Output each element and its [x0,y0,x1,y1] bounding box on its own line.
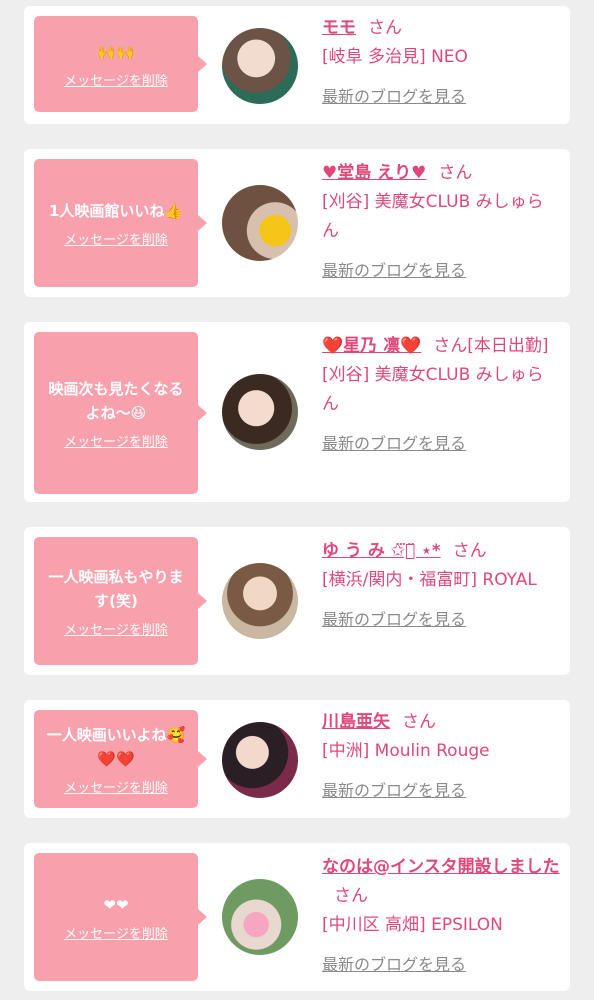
latest-blog-link[interactable]: 最新のブログを見る [322,776,466,805]
message-bubble: 一人映画私もやります(笑) メッセージを削除 [34,537,207,665]
delete-message-link[interactable]: メッセージを削除 [64,923,168,942]
message-bubble: 1人映画館いいね👍 メッセージを削除 [34,159,207,287]
status-text: [本日出勤] [467,336,549,356]
honorific: さん [438,163,473,183]
honorific: さん [433,336,468,356]
girl-name-link[interactable]: ゆ う み ✩⃛⌔̈ ⋆* [322,541,441,561]
honorific: さん [334,886,368,906]
delete-message-link[interactable]: メッセージを削除 [64,70,168,89]
delete-message-link[interactable]: メッセージを削除 [64,431,168,450]
girl-info: なのは@インスタ開設しましたさん [中川区 高畑] EPSILON 最新のブログ… [322,853,560,980]
message-card: 🙌🙌 メッセージを削除 モモ さん [岐阜 多治見] NEO 最新のブログを見る [24,6,570,124]
avatar[interactable] [222,722,298,798]
avatar[interactable] [222,374,298,450]
message-card: 映画次も見たくなるよね〜😆 メッセージを削除 ❤️星乃 凛❤️ さん[本日出勤] … [24,322,570,502]
avatar[interactable] [222,563,298,639]
honorific: さん [402,712,436,732]
message-bubble: 映画次も見たくなるよね〜😆 メッセージを削除 [34,332,207,494]
latest-blog-link[interactable]: 最新のブログを見る [322,82,466,111]
honorific: さん [452,541,487,561]
avatar[interactable] [222,185,298,261]
shop-name: [横浜/関内・福富町] ROYAL [322,570,537,590]
latest-blog-link[interactable]: 最新のブログを見る [322,256,466,285]
avatar[interactable] [222,879,298,955]
girl-name-link[interactable]: ♥堂島 えり♥ [322,163,426,183]
message-card: ❤❤ メッセージを削除 なのは@インスタ開設しましたさん [中川区 高畑] EP… [24,843,570,991]
shop-name: [刈谷] 美魔女CLUB みしゅらん [322,192,544,241]
shop-name: [中川区 高畑] EPSILON [322,915,503,935]
honorific: さん [368,18,402,38]
message-text: 1人映画館いいね👍 [48,201,184,220]
girl-info: ゆ う み ✩⃛⌔̈ ⋆* さん [横浜/関内・福富町] ROYAL 最新のブログ… [322,537,560,635]
girl-info: モモ さん [岐阜 多治見] NEO 最新のブログを見る [322,14,560,112]
girl-name-link[interactable]: 川島亜矢 [322,712,390,732]
delete-message-link[interactable]: メッセージを削除 [64,777,168,796]
shop-name: [刈谷] 美魔女CLUB みしゅらん [322,365,544,414]
girl-info: ♥堂島 えり♥ さん [刈谷] 美魔女CLUB みしゅらん 最新のブログを見る [322,159,560,286]
delete-message-link[interactable]: メッセージを削除 [64,229,168,248]
message-text: 一人映画いいよね🥰❤️❤️ [46,725,186,768]
message-card: 一人映画いいよね🥰❤️❤️ メッセージを削除 川島亜矢 さん [中洲] Mouli… [24,700,570,818]
shop-name: [岐阜 多治見] NEO [322,47,468,67]
latest-blog-link[interactable]: 最新のブログを見る [322,605,466,634]
message-card: 一人映画私もやります(笑) メッセージを削除 ゆ う み ✩⃛⌔̈ ⋆* さん [… [24,527,570,675]
girl-name-link[interactable]: モモ [322,18,356,38]
girl-name-link[interactable]: なのは@インスタ開設しました [322,857,560,877]
girl-info: ❤️星乃 凛❤️ さん[本日出勤] [刈谷] 美魔女CLUB みしゅらん 最新のブ… [322,332,560,459]
shop-name: [中洲] Moulin Rouge [322,741,490,761]
avatar[interactable] [222,28,298,104]
message-bubble: ❤❤ メッセージを削除 [34,853,207,981]
delete-message-link[interactable]: メッセージを削除 [64,619,168,638]
message-bubble: 🙌🙌 メッセージを削除 [34,16,207,112]
latest-blog-link[interactable]: 最新のブログを見る [322,950,466,979]
latest-blog-link[interactable]: 最新のブログを見る [322,429,466,458]
message-text: 一人映画私もやります(笑) [48,567,184,610]
message-bubble: 一人映画いいよね🥰❤️❤️ メッセージを削除 [34,710,207,808]
message-text: ❤❤ [103,895,129,914]
girl-info: 川島亜矢 さん [中洲] Moulin Rouge 最新のブログを見る [322,708,560,806]
girl-name-link[interactable]: ❤️星乃 凛❤️ [322,336,421,356]
message-card: 1人映画館いいね👍 メッセージを削除 ♥堂島 えり♥ さん [刈谷] 美魔女CLU… [24,149,570,297]
message-text: 映画次も見たくなるよね〜😆 [48,379,184,422]
message-text: 🙌🙌 [97,42,135,61]
